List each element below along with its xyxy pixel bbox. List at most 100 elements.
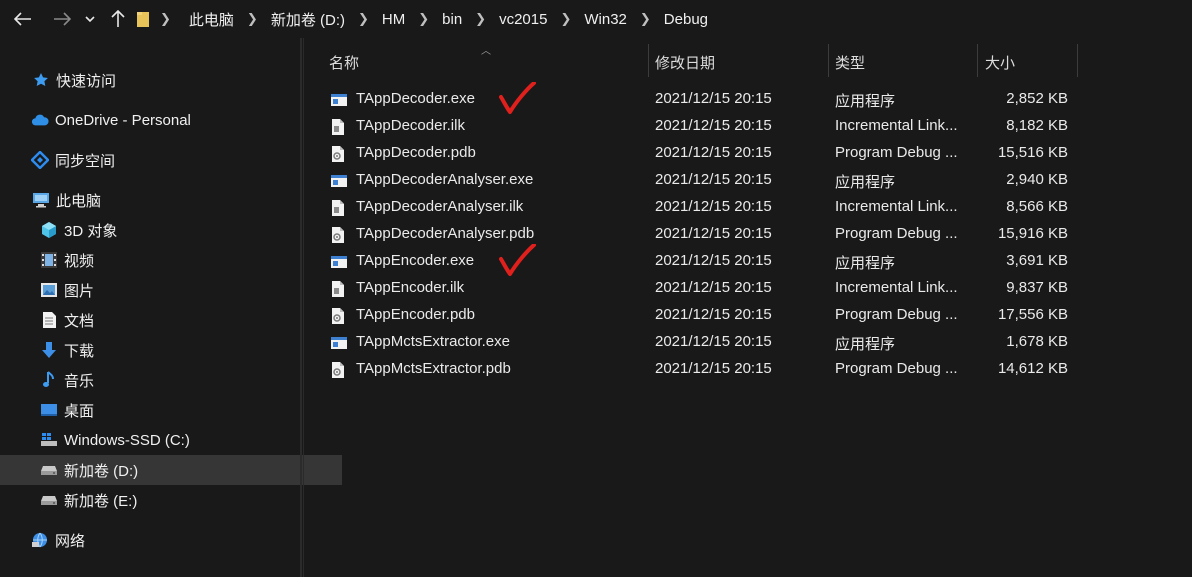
file-date: 2021/12/15 20:15 [655, 279, 772, 296]
file-type: Program Debug ... [835, 306, 958, 323]
file-name: TAppMctsExtractor.pdb [356, 360, 511, 377]
chevron-right-icon[interactable]: ❯ [160, 11, 171, 27]
exe-icon [330, 172, 348, 190]
up-arrow-icon[interactable] [105, 6, 131, 32]
ilk-file-icon [330, 118, 348, 136]
sidebar-scrollbar[interactable] [300, 38, 302, 577]
sidebar-item-videos[interactable]: 视频 [0, 245, 342, 275]
cloud-icon [31, 111, 49, 129]
column-divider[interactable] [1077, 44, 1078, 77]
file-date: 2021/12/15 20:15 [655, 252, 772, 269]
file-row[interactable]: TAppDecoder.ilk 2021/12/15 20:15 Increment… [326, 113, 1092, 140]
file-type: 应用程序 [835, 93, 896, 110]
exe-icon [330, 91, 348, 109]
file-row[interactable]: TAppMctsExtractor.pdb 2021/12/15 20:15 Pro… [326, 356, 1092, 383]
chevron-right-icon[interactable]: ❯ [560, 11, 571, 27]
sidebar-item-label: 3D 对象 [64, 222, 118, 240]
column-header-size[interactable]: 大小 [985, 48, 1015, 76]
file-type: 应用程序 [835, 174, 896, 191]
breadcrumb-item[interactable]: HM [382, 11, 405, 28]
sidebar-item-music[interactable]: 音乐 [0, 365, 342, 395]
file-name: TAppDecoderAnalyser.exe [356, 171, 534, 188]
column-header-type[interactable]: 类型 [835, 48, 865, 76]
ilk-file-icon [330, 280, 348, 298]
chevron-right-icon[interactable]: ❯ [475, 11, 486, 27]
column-header-name[interactable]: 名称 [329, 48, 359, 76]
breadcrumb-item[interactable]: 新加卷 (D:) [271, 9, 345, 30]
file-row[interactable]: TAppDecoderAnalyser.ilk 2021/12/15 20:15 I… [326, 194, 1092, 221]
download-icon [40, 341, 58, 359]
drive-icon [40, 491, 58, 509]
red-checkmark-annotation [499, 244, 536, 276]
breadcrumb-item[interactable]: bin [442, 11, 462, 28]
file-row[interactable]: TAppEncoder.pdb 2021/12/15 20:15 Program D… [326, 302, 1092, 329]
file-name: TAppEncoder.exe [356, 252, 475, 269]
chevron-right-icon[interactable]: ❯ [640, 11, 651, 27]
pdb-file-icon [330, 307, 348, 325]
pdb-file-icon [330, 226, 348, 244]
sidebar-item-downloads[interactable]: 下载 [0, 335, 342, 365]
sidebar-item-label: 视频 [64, 252, 95, 270]
sidebar-item-pictures[interactable]: 图片 [0, 275, 342, 305]
sidebar-item-desktop[interactable]: 桌面 [0, 395, 342, 425]
column-divider[interactable] [648, 44, 649, 77]
drive-icon [40, 461, 58, 479]
file-name: TAppDecoder.ilk [356, 117, 465, 134]
file-size: 2,852 KB [1006, 90, 1068, 107]
file-row[interactable]: TAppEncoder.ilk 2021/12/15 20:15 Increment… [326, 275, 1092, 302]
file-row[interactable]: TAppMctsExtractor.exe 2021/12/15 20:15 应用程… [326, 329, 1092, 356]
chevron-right-icon[interactable]: ❯ [418, 11, 429, 27]
sidebar-item-this-pc[interactable]: 此电脑 [0, 185, 334, 215]
file-name: TAppDecoder.pdb [356, 144, 476, 161]
breadcrumb-item[interactable]: Debug [664, 11, 708, 28]
sidebar-item-label: 文档 [64, 312, 95, 330]
chevron-right-icon[interactable]: ❯ [358, 11, 369, 27]
file-name: TAppEncoder.pdb [356, 306, 475, 323]
column-header-date[interactable]: 修改日期 [655, 48, 715, 76]
sidebar-item-label: 桌面 [64, 402, 95, 420]
file-date: 2021/12/15 20:15 [655, 306, 772, 323]
music-icon [40, 371, 58, 389]
sidebar-item-e-drive[interactable]: 新加卷 (E:) [0, 485, 342, 515]
sidebar-item-sync-space[interactable]: 同步空间 [0, 145, 333, 175]
sidebar-item-onedrive[interactable]: OneDrive - Personal [0, 105, 333, 135]
chevron-right-icon[interactable]: ❯ [247, 11, 258, 27]
file-row[interactable]: TAppDecoderAnalyser.pdb 2021/12/15 20:15 P… [326, 221, 1092, 248]
desktop-icon [40, 401, 58, 419]
file-list: ︿ 名称 修改日期 类型 大小 TAppDecoder.exe 2021/12/1… [304, 38, 1192, 577]
sidebar-item-d-drive[interactable]: 新加卷 (D:) [0, 455, 342, 485]
file-date: 2021/12/15 20:15 [655, 144, 772, 161]
sidebar-item-label: 图片 [64, 282, 95, 300]
breadcrumb-item[interactable]: 此电脑 [189, 9, 234, 30]
file-row[interactable]: TAppDecoder.exe 2021/12/15 20:15 应用程序 2,852… [326, 82, 1092, 114]
sidebar-item-label: OneDrive - Personal [55, 111, 191, 129]
sidebar-item-label: Windows-SSD (C:) [64, 431, 190, 449]
file-size: 1,678 KB [1006, 333, 1068, 350]
file-date: 2021/12/15 20:15 [655, 225, 772, 242]
sidebar-item-label: 此电脑 [56, 192, 102, 210]
file-type: Incremental Link... [835, 279, 958, 296]
sidebar-item-network[interactable]: 网络 [0, 525, 333, 555]
exe-icon [330, 253, 348, 271]
sidebar-item-label: 快速访问 [56, 72, 117, 90]
forward-arrow-icon[interactable] [49, 6, 75, 32]
ilk-file-icon [330, 199, 348, 217]
sidebar-item-quick-access[interactable]: 快速访问 [0, 65, 334, 95]
chevron-down-icon[interactable] [80, 6, 100, 32]
file-size: 8,182 KB [1006, 117, 1068, 134]
column-divider[interactable] [828, 44, 829, 77]
file-size: 9,837 KB [1006, 279, 1068, 296]
red-checkmark-annotation [499, 82, 536, 114]
file-row[interactable]: TAppDecoder.pdb 2021/12/15 20:15 Program D… [326, 140, 1092, 167]
column-divider[interactable] [977, 44, 978, 77]
file-name: TAppDecoderAnalyser.pdb [356, 225, 535, 242]
sidebar-item-3d-objects[interactable]: 3D 对象 [0, 215, 342, 245]
sidebar-item-c-drive[interactable]: Windows-SSD (C:) [0, 425, 342, 455]
breadcrumb-item[interactable]: Win32 [584, 11, 627, 28]
sidebar-item-documents[interactable]: 文档 [0, 305, 342, 335]
file-row[interactable]: TAppEncoder.exe 2021/12/15 20:15 应用程序 3,691… [326, 244, 1092, 276]
breadcrumb-item[interactable]: vc2015 [499, 11, 547, 28]
file-type: Program Debug ... [835, 225, 958, 242]
file-row[interactable]: TAppDecoderAnalyser.exe 2021/12/15 20:15 应… [326, 167, 1092, 194]
back-arrow-icon[interactable] [10, 6, 36, 32]
